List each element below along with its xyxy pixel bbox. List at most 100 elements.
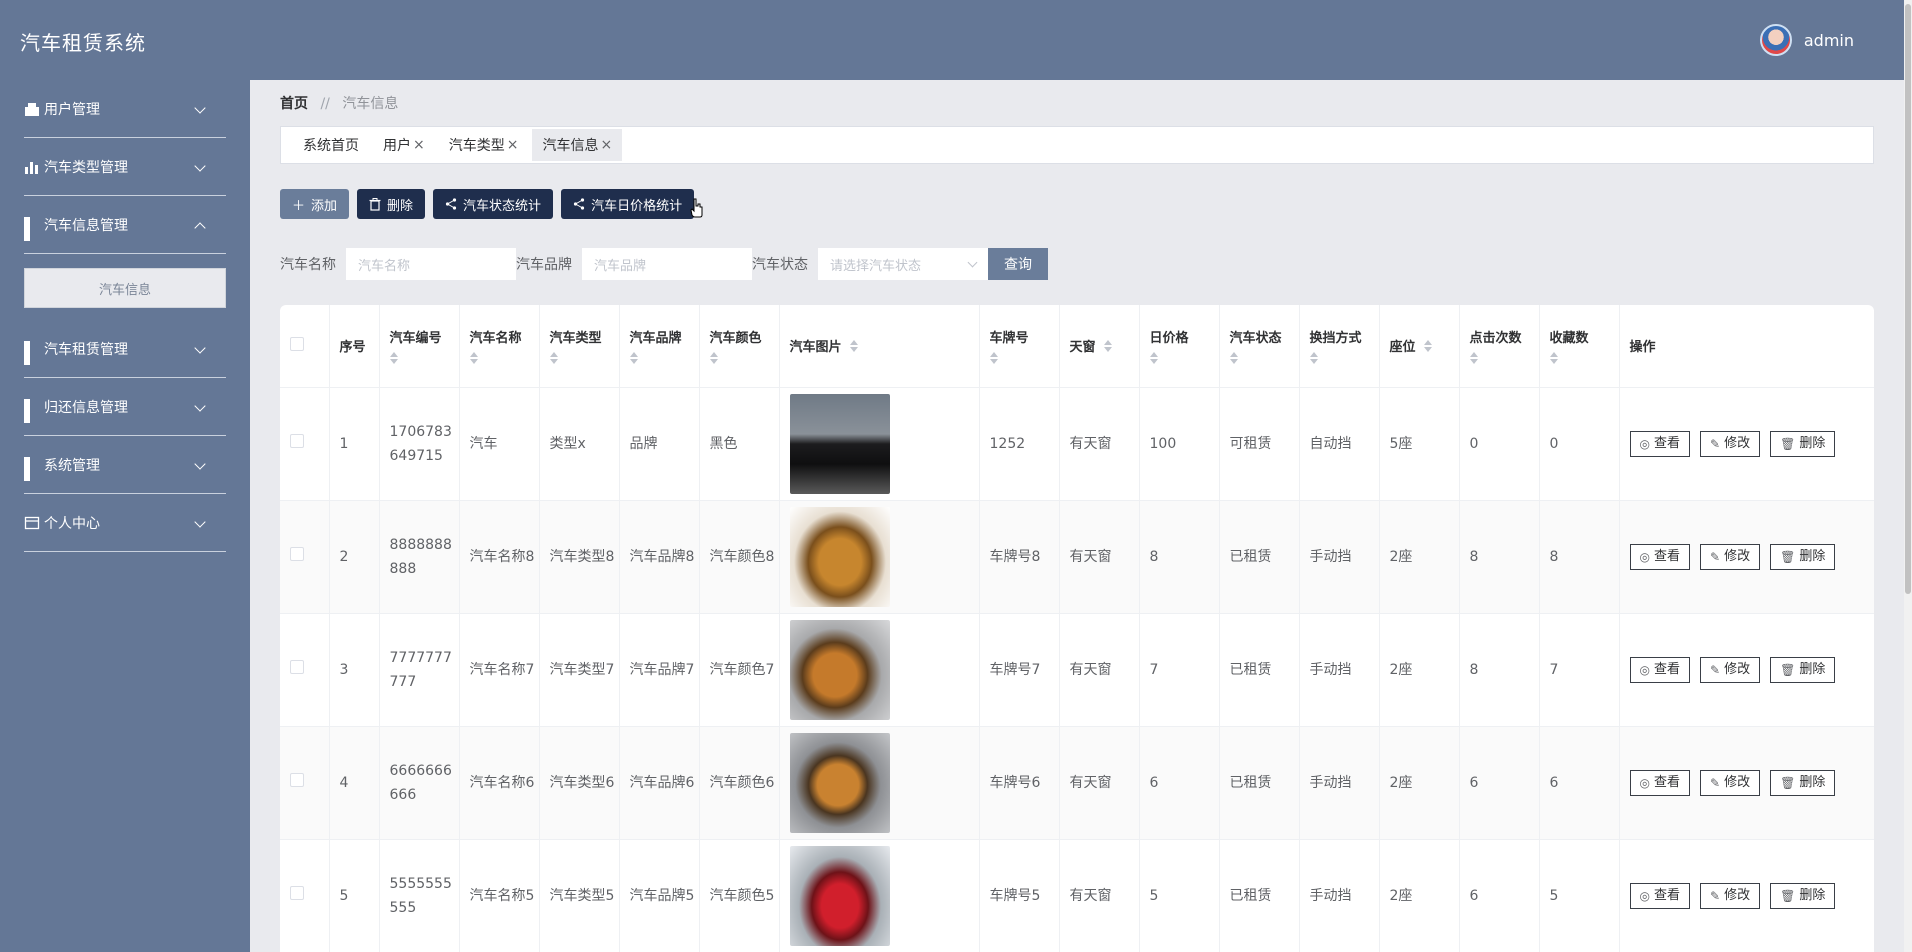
- user-menu[interactable]: admin: [1759, 24, 1854, 56]
- car-photo[interactable]: [789, 393, 890, 494]
- view-button[interactable]: ◎ 查看: [1629, 430, 1690, 457]
- column-header-sortable[interactable]: 汽车颜色: [699, 305, 780, 388]
- sidebar-item-return-management[interactable]: 归还信息管理: [24, 378, 226, 436]
- sort-icon[interactable]: [1229, 352, 1299, 365]
- page-scrollbar[interactable]: [1904, 0, 1912, 952]
- app-title: 汽车租赁系统: [20, 31, 146, 55]
- row-delete-button[interactable]: 🗑 删除: [1770, 656, 1836, 683]
- sort-icon[interactable]: [469, 352, 539, 365]
- query-button[interactable]: 查询: [988, 248, 1048, 280]
- car-status-select[interactable]: 请选择汽车状态: [818, 248, 988, 280]
- column-header-sortable[interactable]: 座位: [1379, 305, 1460, 388]
- sidebar-subitem-car-info[interactable]: 汽车信息: [24, 268, 226, 308]
- sidebar-item-system-management[interactable]: 系统管理: [24, 436, 226, 494]
- view-button[interactable]: ◎ 查看: [1629, 656, 1690, 683]
- row-checkbox[interactable]: [290, 659, 304, 674]
- sort-icon[interactable]: [1469, 352, 1539, 365]
- edit-button[interactable]: ✎ 修改: [1700, 882, 1761, 909]
- tab-user[interactable]: 用户 ×: [373, 129, 435, 161]
- cell-brand: 汽车品牌5: [619, 839, 700, 952]
- car-photo[interactable]: [789, 506, 890, 607]
- row-checkbox[interactable]: [290, 433, 304, 448]
- sort-icon[interactable]: [1309, 352, 1379, 365]
- breadcrumb-current: 汽车信息: [342, 96, 399, 112]
- sort-icon[interactable]: [1549, 352, 1619, 365]
- column-label: 日价格: [1149, 331, 1189, 347]
- cell-brand: 汽车品牌8: [619, 500, 700, 614]
- status-stats-button[interactable]: 汽车状态统计: [433, 189, 554, 219]
- sidebar-item-car-type-management[interactable]: 汽车类型管理: [24, 138, 226, 196]
- cell-brand: 汽车品牌6: [619, 726, 700, 840]
- edit-button[interactable]: ✎ 修改: [1700, 430, 1761, 457]
- edit-button[interactable]: ✎ 修改: [1700, 656, 1761, 683]
- tab-car-type[interactable]: 汽车类型 ×: [439, 129, 529, 161]
- column-header-sortable[interactable]: 汽车编号: [379, 305, 460, 388]
- price-stats-button[interactable]: 汽车日价格统计: [561, 189, 695, 219]
- avatar[interactable]: [1759, 24, 1792, 56]
- row-delete-button[interactable]: 🗑 删除: [1770, 769, 1836, 796]
- sort-icon[interactable]: [549, 352, 619, 365]
- username[interactable]: admin: [1804, 31, 1854, 50]
- cell-favs: 8: [1539, 500, 1620, 614]
- row-select-cell[interactable]: [280, 726, 330, 840]
- sidebar-item-user-management[interactable]: 用户管理: [24, 80, 226, 138]
- column-header-sortable[interactable]: 汽车名称: [459, 305, 540, 388]
- column-header-sortable[interactable]: 汽车类型: [539, 305, 620, 388]
- add-button[interactable]: ＋ 添加: [280, 189, 350, 219]
- row-delete-button[interactable]: 🗑 删除: [1770, 543, 1836, 570]
- column-header-sortable[interactable]: 汽车图片: [779, 305, 980, 388]
- sort-icon[interactable]: [1149, 352, 1219, 365]
- car-name-input[interactable]: 汽车名称: [346, 248, 516, 280]
- close-icon[interactable]: ×: [600, 137, 612, 153]
- sort-icon[interactable]: [1423, 339, 1432, 352]
- sidebar-item-rental-management[interactable]: 汽车租赁管理: [24, 320, 226, 378]
- row-select-cell[interactable]: [280, 500, 330, 614]
- view-button[interactable]: ◎ 查看: [1629, 543, 1690, 570]
- column-header-sortable[interactable]: 收藏数: [1539, 305, 1620, 388]
- row-delete-button[interactable]: 🗑 删除: [1770, 882, 1836, 909]
- row-checkbox[interactable]: [290, 546, 304, 561]
- column-header-sortable[interactable]: 换挡方式: [1299, 305, 1380, 388]
- select-all-checkbox[interactable]: [290, 336, 304, 351]
- close-icon[interactable]: ×: [413, 137, 425, 153]
- delete-button[interactable]: 删除: [357, 189, 426, 219]
- row-checkbox[interactable]: [290, 885, 304, 900]
- tab-home[interactable]: 系统首页: [293, 129, 369, 161]
- sort-icon[interactable]: [709, 352, 779, 365]
- sidebar-item-personal-center[interactable]: 个人中心: [24, 494, 226, 552]
- price-stats-label: 汽车日价格统计: [591, 198, 683, 214]
- row-select-cell[interactable]: [280, 839, 330, 952]
- scrollbar-thumb[interactable]: [1905, 4, 1911, 594]
- row-select-cell[interactable]: [280, 613, 330, 727]
- sort-icon[interactable]: [629, 352, 699, 365]
- column-header-sortable[interactable]: 日价格: [1139, 305, 1220, 388]
- car-photo[interactable]: [789, 732, 890, 833]
- cell-gear: 自动挡: [1299, 387, 1380, 501]
- tab-car-info[interactable]: 汽车信息 ×: [532, 129, 623, 161]
- breadcrumb-home[interactable]: 首页: [280, 96, 308, 112]
- row-delete-button[interactable]: 🗑 删除: [1770, 430, 1836, 457]
- view-button[interactable]: ◎ 查看: [1629, 882, 1690, 909]
- sort-icon[interactable]: [989, 352, 1059, 365]
- close-icon[interactable]: ×: [507, 137, 519, 153]
- sort-icon[interactable]: [389, 352, 459, 365]
- car-photo[interactable]: [789, 845, 890, 946]
- column-header-sortable[interactable]: 天窗: [1059, 305, 1140, 388]
- cell-status: 已租赁: [1219, 613, 1300, 727]
- column-header-sortable[interactable]: 点击次数: [1459, 305, 1540, 388]
- cell-gear: 手动挡: [1299, 839, 1380, 952]
- edit-button[interactable]: ✎ 修改: [1700, 543, 1761, 570]
- column-header-sortable[interactable]: 汽车状态: [1219, 305, 1300, 388]
- sort-icon[interactable]: [1103, 339, 1112, 352]
- column-header-sortable[interactable]: 车牌号: [979, 305, 1060, 388]
- car-photo[interactable]: [789, 619, 890, 720]
- view-button[interactable]: ◎ 查看: [1629, 769, 1690, 796]
- car-brand-input[interactable]: 汽车品牌: [582, 248, 752, 280]
- select-all-cell[interactable]: [280, 305, 330, 388]
- sidebar-item-car-info-management[interactable]: 汽车信息管理: [24, 196, 226, 254]
- edit-button[interactable]: ✎ 修改: [1700, 769, 1761, 796]
- column-header-sortable[interactable]: 汽车品牌: [619, 305, 700, 388]
- row-select-cell[interactable]: [280, 387, 330, 501]
- sort-icon[interactable]: [849, 339, 858, 352]
- row-checkbox[interactable]: [290, 772, 304, 787]
